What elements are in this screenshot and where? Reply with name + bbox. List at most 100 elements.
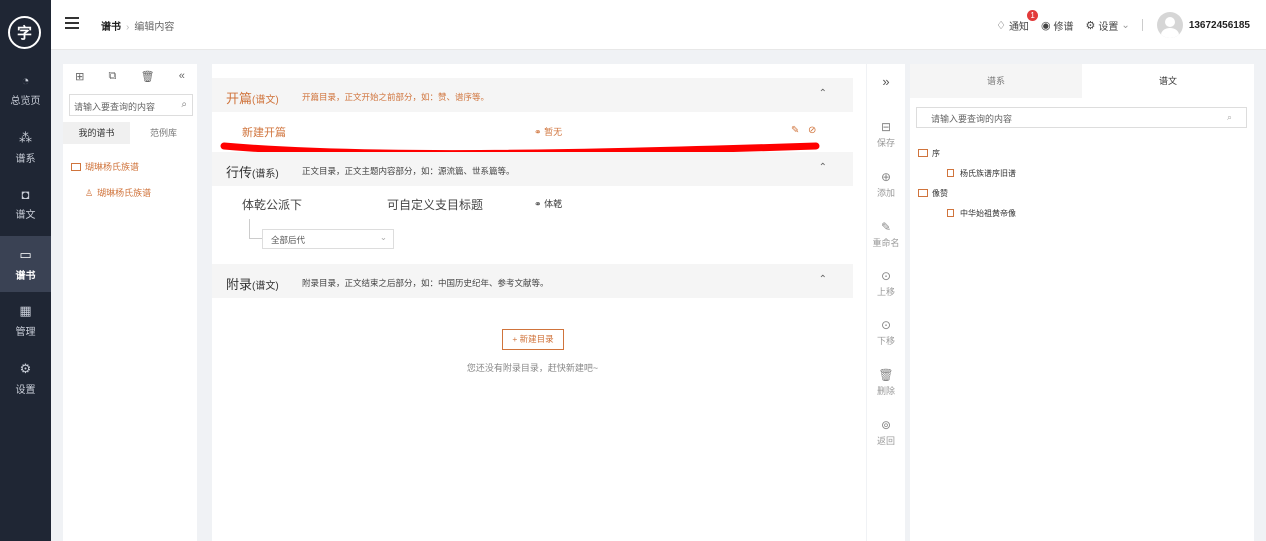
pencil-icon: ✎ xyxy=(880,220,892,234)
tree-node-book[interactable]: 瑚琳杨氏族谱 xyxy=(71,160,139,173)
generation-select-value: 全部后代 xyxy=(271,235,306,245)
section-appendix-header[interactable]: 附录(谱文) 附录目录，正文结束之后部分，如：中国历史纪年、参考文献等。 ⌃ xyxy=(212,264,853,298)
top-bar: 谱书 › 编辑内容 ♢ 通知 1 ◉ 修谱 ⚙ 设置 ⌄ 13672456185 xyxy=(51,0,1266,50)
nav-item-text[interactable]: ◘ 谱文 xyxy=(0,176,51,232)
eye-icon: ◉ xyxy=(1040,19,1051,32)
notify-label: 通知 xyxy=(1008,21,1029,33)
tab-my-books[interactable]: 我的谱书 xyxy=(63,122,130,144)
nav-label: 管理 xyxy=(15,326,36,338)
collapse-up-icon[interactable]: ⌃ xyxy=(819,162,827,173)
section-opening-header[interactable]: 开篇(谱文) 开篇目录，正文开始之前部分，如：赞、谱序等。 ⌃ xyxy=(212,78,853,112)
tool-label: 重命名 xyxy=(872,238,900,248)
nav-item-book[interactable]: ▭ 谱书 xyxy=(0,236,51,292)
reference-search-placeholder: 请输入要查询的内容 xyxy=(931,114,1013,124)
tab-lineage[interactable]: 谱系 xyxy=(910,64,1082,98)
nav-item-overview[interactable]: ◔ 总览页 xyxy=(0,62,51,118)
search-icon[interactable]: ⌕ xyxy=(1227,112,1232,123)
empty-tip: 您还没有附录目录，赶快新建吧~ xyxy=(466,363,599,373)
breadcrumb-child: 编辑内容 xyxy=(134,22,175,33)
file-label: 中华始祖黄帝像 xyxy=(960,209,1016,218)
nav-item-manage[interactable]: ▦ 管理 xyxy=(0,292,51,348)
collapse-left-icon[interactable]: « xyxy=(179,70,185,88)
username[interactable]: 13672456185 xyxy=(1189,20,1250,31)
nav-label: 谱书 xyxy=(15,270,36,282)
gear-icon: ⚙ xyxy=(1085,19,1096,32)
rename-button[interactable]: ✎ 重命名 xyxy=(867,220,905,249)
entry-lineage[interactable]: 体乾公派下 xyxy=(242,196,302,213)
divider xyxy=(1141,19,1143,31)
side-nav: 字 ◔ 总览页 ⁂ 谱系 ◘ 谱文 ▭ 谱书 ▦ 管理 ⚙ 设置 xyxy=(0,0,51,541)
tab-examples[interactable]: 范例库 xyxy=(130,122,197,144)
bell-icon: ♢ xyxy=(996,19,1006,32)
chevron-down-icon: ⌄ xyxy=(1121,19,1130,31)
tree-search-input[interactable]: 请输入要查询的内容 ⌕ xyxy=(69,94,193,116)
entry-link-label: 体乾 xyxy=(544,199,563,209)
folder-label: 序 xyxy=(932,149,940,158)
settings-dropdown[interactable]: ⚙ 设置 ⌄ xyxy=(1086,18,1130,33)
delete-button[interactable]: 🗑 删除 xyxy=(867,368,905,397)
generation-select[interactable]: 全部后代 ⌄ xyxy=(262,229,394,249)
folder-item[interactable]: 像赞 xyxy=(918,188,948,199)
section-kind: (谱文) xyxy=(252,95,279,106)
tree-toolbar: ⊞ ⧉ 🗑 « xyxy=(63,70,197,88)
file-item[interactable]: 中华始祖黄帝像 xyxy=(947,208,1016,219)
section-desc: 附录目录，正文结束之后部分，如：中国历史纪年、参考文献等。 xyxy=(302,278,549,288)
collapse-up-icon[interactable]: ⌃ xyxy=(819,274,827,285)
tree-search-placeholder: 请输入要查询的内容 xyxy=(74,102,156,112)
tab-text[interactable]: 谱文 xyxy=(1082,64,1254,98)
tool-label: 保存 xyxy=(876,138,895,148)
nav-item-lineage[interactable]: ⁂ 谱系 xyxy=(0,119,51,175)
entry-link[interactable]: ⚭ 体乾 xyxy=(534,197,562,210)
grid-icon: ▦ xyxy=(19,302,32,318)
folder-item[interactable]: 序 xyxy=(918,148,940,159)
back-button[interactable]: ⊚ 返回 xyxy=(867,418,905,447)
new-directory-button[interactable]: + 新建目录 xyxy=(502,329,564,350)
folder-label: 像赞 xyxy=(932,189,948,198)
nav-label: 总览页 xyxy=(10,96,41,107)
file-item[interactable]: 杨氏族谱序旧谱 xyxy=(947,168,1016,179)
tree-tabs: 我的谱书 范例库 xyxy=(63,122,197,144)
tool-label: 添加 xyxy=(876,188,895,198)
file-label: 杨氏族谱序旧谱 xyxy=(960,169,1016,178)
add-button[interactable]: ⊕ 添加 xyxy=(867,170,905,199)
copy-icon[interactable]: ⧉ xyxy=(109,70,117,88)
save-button[interactable]: ⊟ 保存 xyxy=(867,120,905,149)
section-biography-header[interactable]: 行传(谱系) 正文目录，正文主题内容部分，如：源流篇、世系篇等。 ⌃ xyxy=(212,152,853,186)
tree-node-label: 瑚琳杨氏族谱 xyxy=(85,162,140,172)
section-title-text: 附录 xyxy=(226,277,253,292)
tree-node-lineage[interactable]: ♙ 瑚琳杨氏族谱 xyxy=(85,186,151,199)
breadcrumb-separator-icon: › xyxy=(126,22,130,33)
section-title-text: 开篇 xyxy=(226,91,253,106)
reference-search-input[interactable]: 请输入要查询的内容 ⌕ xyxy=(916,107,1247,128)
nav-item-settings[interactable]: ⚙ 设置 xyxy=(0,350,51,406)
collapse-up-icon[interactable]: ⌃ xyxy=(819,88,827,99)
notify-badge: 1 xyxy=(1027,9,1039,21)
breadcrumb-current[interactable]: 谱书 xyxy=(101,22,121,33)
brand-logo[interactable]: 字 xyxy=(8,16,41,49)
entry-subtitle[interactable]: 可自定义支目标题 xyxy=(387,196,483,213)
tool-label: 返回 xyxy=(876,436,895,446)
trash-icon[interactable]: 🗑 xyxy=(141,70,155,88)
section-desc: 开篇目录，正文开始之前部分，如：赞、谱序等。 xyxy=(302,92,490,102)
link-icon: ⚭ xyxy=(534,199,542,209)
search-icon[interactable]: ⌕ xyxy=(181,99,187,110)
avatar[interactable] xyxy=(1156,12,1183,38)
menu-icon[interactable] xyxy=(65,17,79,29)
reference-panel: 谱系 谱文 请输入要查询的内容 ⌕ 序 杨氏族谱序旧谱 像赞 中华始祖黄帝像 xyxy=(910,64,1254,541)
move-down-button[interactable]: ⊙ 下移 xyxy=(867,318,905,347)
file-icon xyxy=(947,169,954,177)
arrow-down-circle-icon: ⊙ xyxy=(880,318,892,332)
app-root: 字 ◔ 总览页 ⁂ 谱系 ◘ 谱文 ▭ 谱书 ▦ 管理 ⚙ 设置 谱书 › 编辑内容 xyxy=(0,0,1266,541)
expand-right-icon[interactable]: » xyxy=(867,74,905,89)
add-file-icon[interactable]: ⊞ xyxy=(75,70,84,88)
chevron-down-icon: ⌄ xyxy=(379,232,387,242)
move-up-button[interactable]: ⊙ 上移 xyxy=(867,269,905,298)
notify-button[interactable]: ♢ 通知 1 xyxy=(996,9,1039,33)
folder-icon xyxy=(71,163,81,171)
revise-button[interactable]: ◉ 修谱 xyxy=(1041,18,1074,33)
section-kind: (谱文) xyxy=(252,281,279,292)
book-icon: ▭ xyxy=(19,246,32,262)
nav-label: 谱系 xyxy=(15,153,36,165)
nav-label: 设置 xyxy=(15,384,36,396)
arrow-up-circle-icon: ⊙ xyxy=(880,269,892,283)
